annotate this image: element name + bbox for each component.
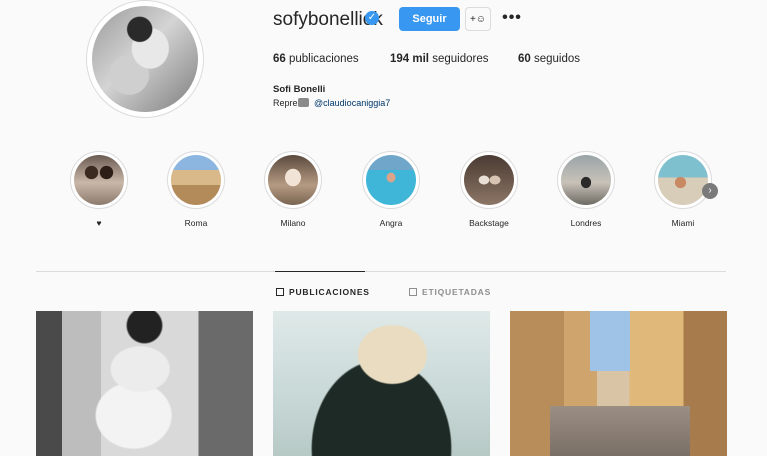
post-thumbnail[interactable]: [510, 311, 727, 456]
highlight-ring: [167, 151, 225, 209]
highlight-cover: [464, 155, 514, 205]
bio-mention-link[interactable]: @claudiocaniggia7: [314, 98, 390, 108]
tab-etiquetadas[interactable]: ETIQUETADAS: [409, 287, 491, 297]
highlight-ring: [264, 151, 322, 209]
post-image-detail: [550, 406, 690, 456]
camera-emoji-icon: [297, 98, 309, 107]
highlight-ring: [70, 151, 128, 209]
bio-prefix: Repre: [273, 98, 298, 108]
highlight-item[interactable]: Milano: [264, 151, 322, 228]
profile-avatar[interactable]: [86, 0, 204, 118]
highlight-ring: [460, 151, 518, 209]
posts-label: publicaciones: [289, 53, 359, 65]
highlight-cover: [268, 155, 318, 205]
highlight-label: Roma: [184, 218, 208, 228]
tab-publicaciones[interactable]: PUBLICACIONES: [276, 287, 370, 297]
verified-badge-icon: ✓: [365, 11, 379, 25]
follow-button[interactable]: Seguir: [399, 7, 460, 31]
highlight-ring: [654, 151, 712, 209]
tab-label: ETIQUETADAS: [422, 287, 492, 297]
highlight-cover: [658, 155, 708, 205]
post-thumbnail[interactable]: [36, 311, 253, 456]
post-image-detail: [590, 311, 630, 371]
highlight-ring: [557, 151, 615, 209]
highlight-item[interactable]: Roma: [167, 151, 225, 228]
highlight-label: Miami: [671, 218, 695, 228]
highlight-label: Londres: [570, 218, 602, 228]
highlight-item[interactable]: Backstage: [460, 151, 518, 228]
avatar-image: [92, 6, 198, 112]
highlight-label: ♥: [96, 218, 102, 228]
highlight-cover: [74, 155, 124, 205]
highlight-cover: [366, 155, 416, 205]
highlight-label: Milano: [280, 218, 306, 228]
following-count: 60: [518, 53, 531, 65]
following-label: seguidos: [534, 53, 581, 65]
followers-label: seguidores: [432, 53, 489, 65]
add-person-icon[interactable]: +☺: [465, 7, 491, 31]
followers-stat[interactable]: 194 mil seguidores: [390, 53, 488, 65]
highlight-item[interactable]: Angra: [362, 151, 420, 228]
highlight-cover: [171, 155, 221, 205]
posts-count: 66: [273, 53, 286, 65]
highlight-ring: [362, 151, 420, 209]
highlight-item[interactable]: ♥: [70, 151, 128, 228]
followers-count: 194 mil: [390, 53, 429, 65]
post-thumbnail[interactable]: [273, 311, 490, 456]
highlight-item[interactable]: Londres: [557, 151, 615, 228]
chevron-right-icon[interactable]: ›: [702, 183, 718, 199]
highlight-cover: [561, 155, 611, 205]
tabs-divider: [36, 271, 726, 272]
bio: Repre @claudiocaniggia7: [273, 98, 390, 108]
posts-stat[interactable]: 66 publicaciones: [273, 53, 359, 65]
active-tab-indicator: [275, 271, 365, 272]
full-name: Sofi Bonelli: [273, 84, 326, 95]
grid-icon: [276, 288, 284, 296]
following-stat[interactable]: 60 seguidos: [518, 53, 580, 65]
highlight-label: Angra: [379, 218, 403, 228]
more-options-icon[interactable]: •••: [500, 7, 524, 29]
tagged-icon: [409, 288, 417, 296]
highlight-label: Backstage: [469, 218, 509, 228]
tab-label: PUBLICACIONES: [289, 287, 370, 297]
